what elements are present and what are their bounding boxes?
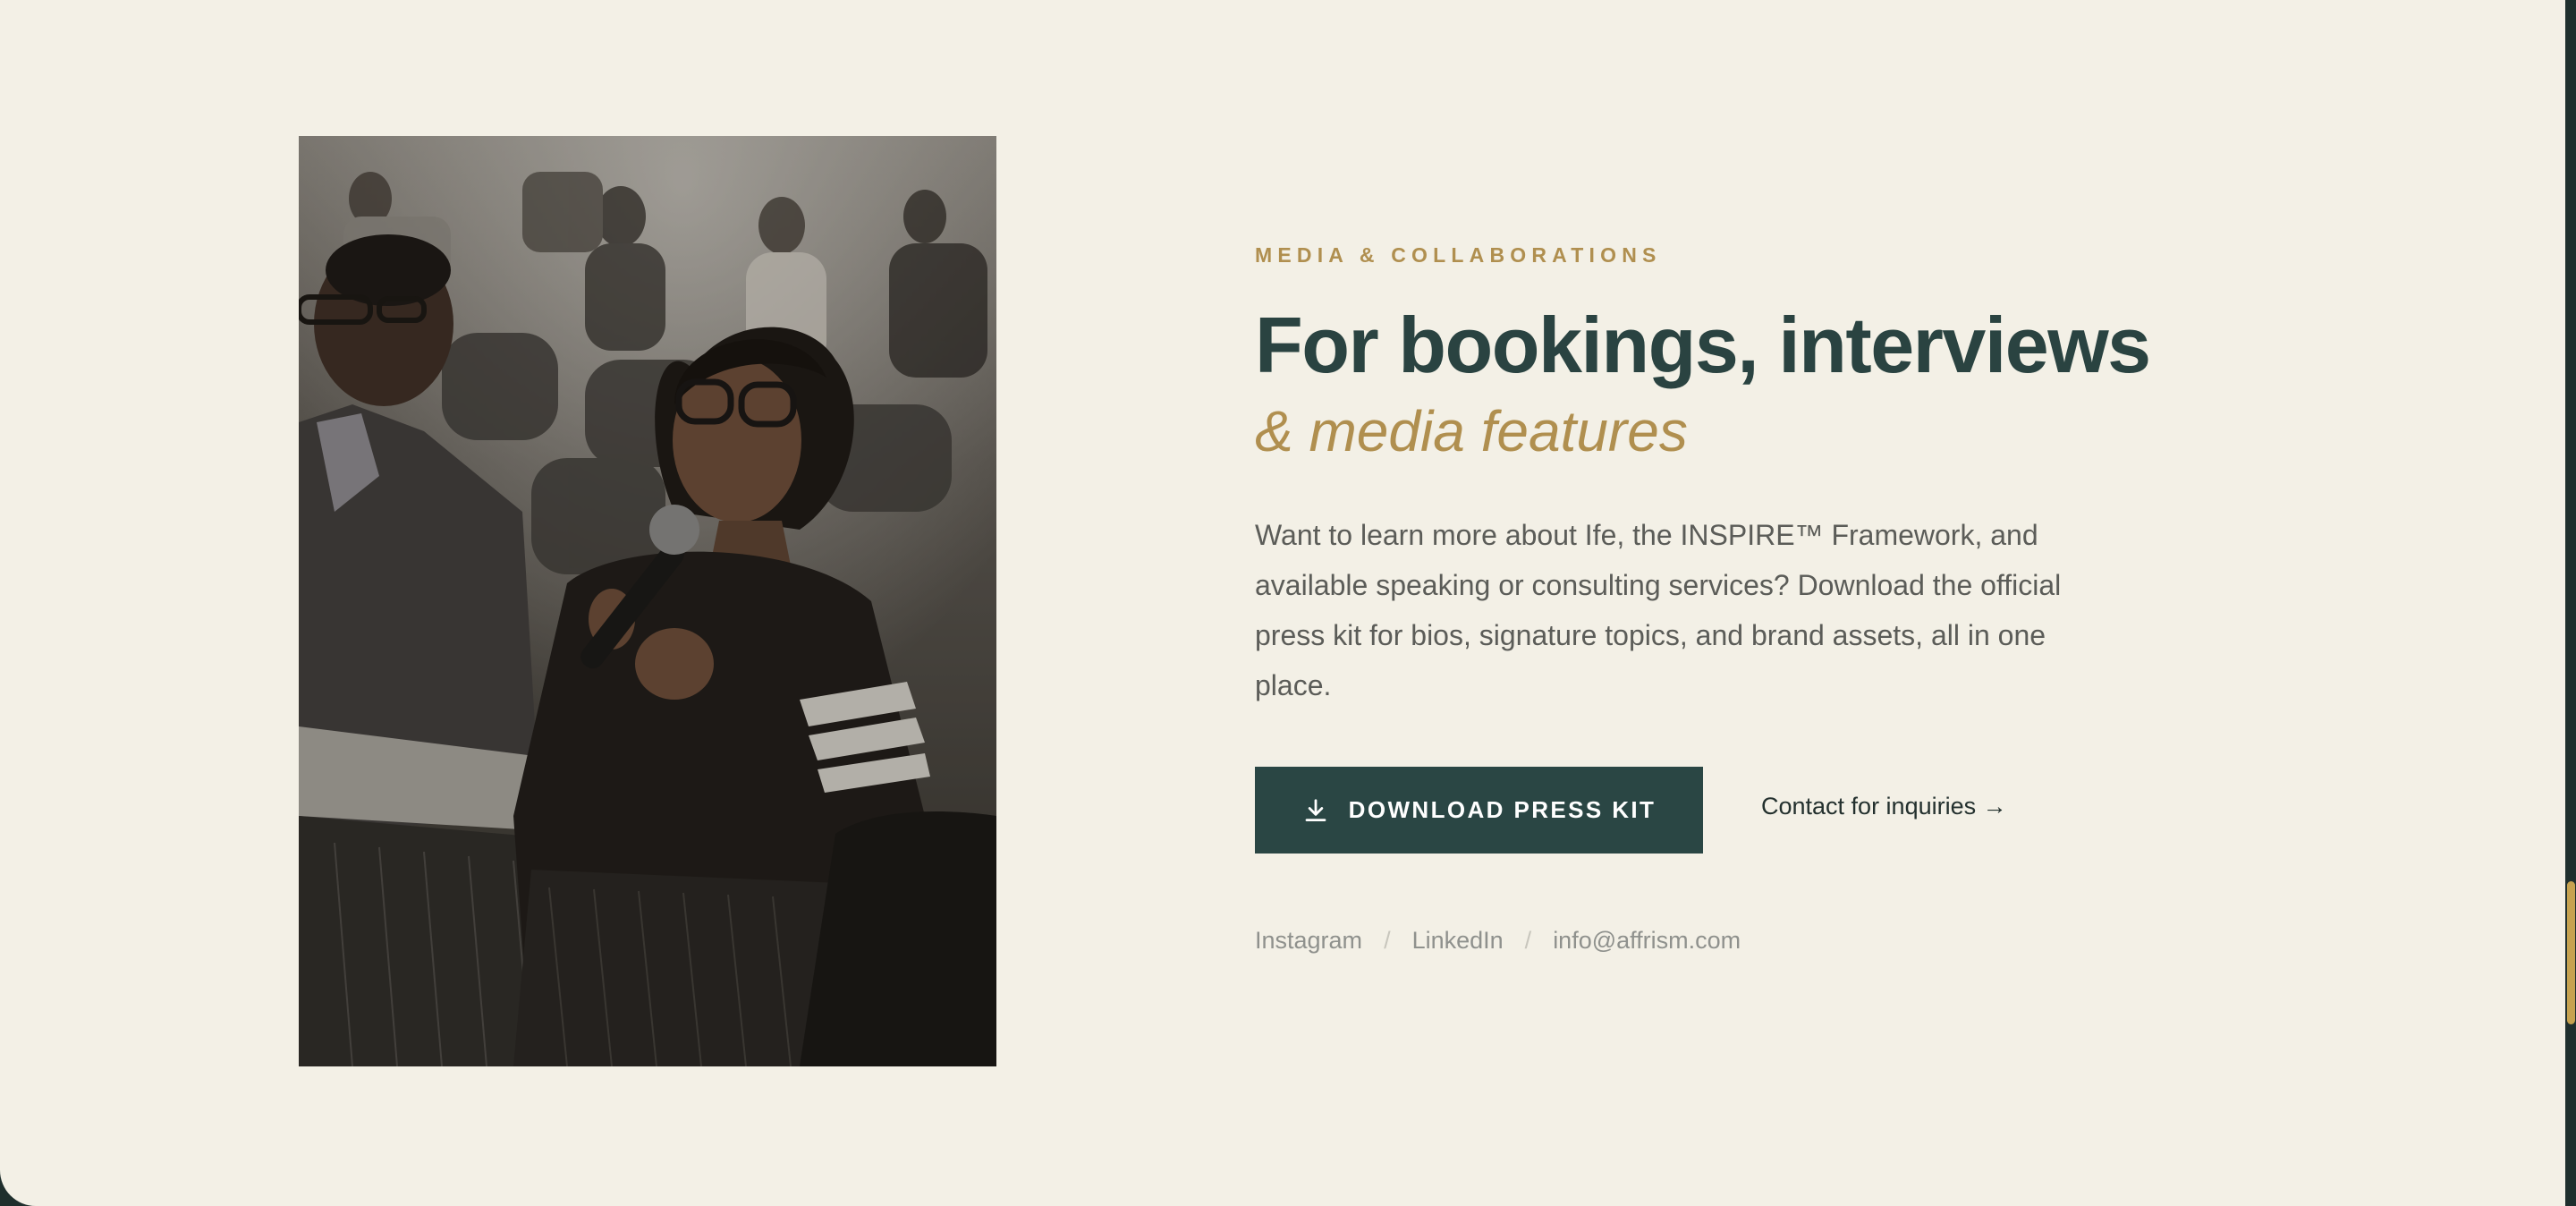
section-eyebrow: MEDIA & COLLABORATIONS [1255, 243, 1662, 267]
section-subheading: & media features [1255, 399, 1688, 463]
speaker-photo [299, 136, 996, 1066]
linkedin-link[interactable]: LinkedIn [1412, 927, 1504, 955]
section-heading: For bookings, interviews [1255, 301, 2151, 389]
separator: / [1384, 927, 1391, 954]
email-link[interactable]: info@affrism.com [1553, 927, 1741, 955]
separator: / [1524, 927, 1532, 954]
scrollbar[interactable] [2565, 0, 2576, 1206]
social-links: Instagram / LinkedIn / info@affrism.com [1255, 927, 1741, 955]
download-press-kit-button[interactable]: DOWNLOAD PRESS KIT [1255, 767, 1703, 854]
scrollbar-thumb[interactable] [2567, 881, 2575, 1024]
contact-inquiries-link[interactable]: Contact for inquiries → [1761, 793, 2007, 820]
instagram-link[interactable]: Instagram [1255, 927, 1362, 955]
section-description: Want to learn more about Ife, the INSPIR… [1255, 519, 2062, 701]
download-button-label: DOWNLOAD PRESS KIT [1348, 796, 1657, 823]
download-icon [1302, 797, 1329, 824]
media-section: MEDIA & COLLABORATIONS For bookings, int… [0, 0, 2565, 1206]
